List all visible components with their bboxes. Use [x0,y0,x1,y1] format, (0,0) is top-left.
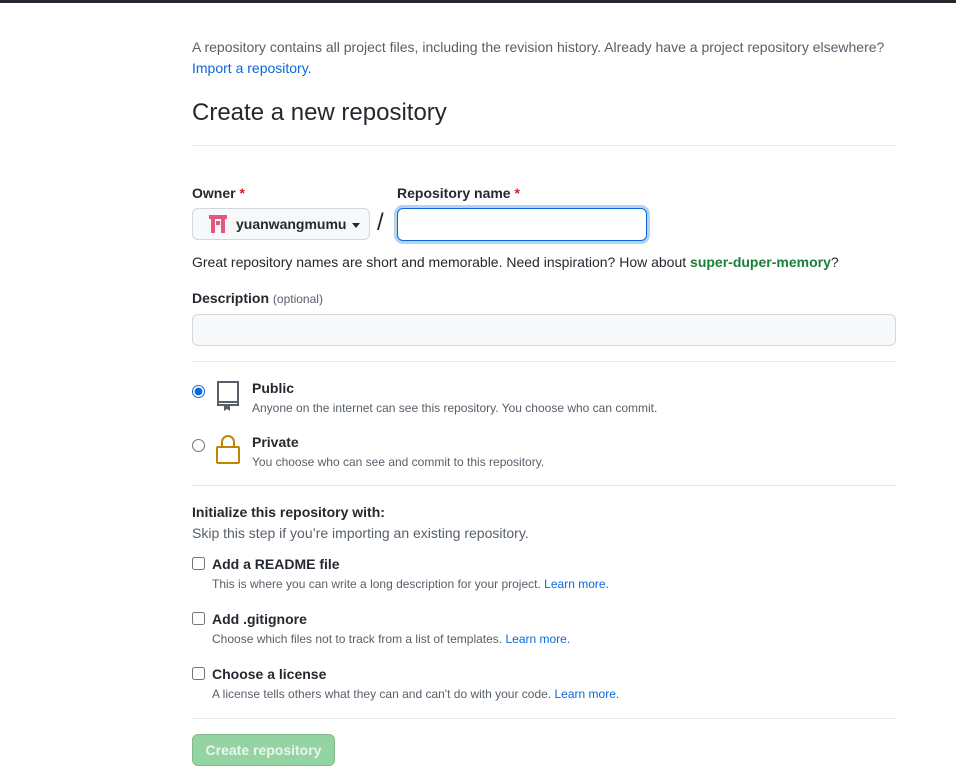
name-hint-text: Great repository names are short and mem… [192,254,687,270]
private-option-note: You choose who can see and commit to thi… [252,455,545,469]
readme-learn-more-link[interactable]: Learn more. [544,577,609,591]
divider [192,485,896,486]
gitignore-label[interactable]: Add .gitignore [212,611,307,627]
initialize-title: Initialize this repository with: [192,504,385,520]
owner-label: Owner * [192,185,245,201]
repo-name-label: Repository name * [397,185,520,201]
private-option-title[interactable]: Private [252,434,299,450]
readme-note: This is where you can write a long descr… [212,577,609,591]
owner-label-text: Owner [192,185,236,201]
license-note-text: A license tells others what they can and… [212,687,552,701]
create-repository-button[interactable]: Create repository [192,734,335,766]
public-option-title[interactable]: Public [252,380,294,396]
suggested-name-link[interactable]: super-duper-memory [690,254,831,270]
path-separator: / [377,209,384,236]
import-repository-link[interactable]: Import a repository. [192,60,312,76]
readme-label[interactable]: Add a README file [212,556,340,572]
name-hint-suffix: ? [830,254,839,270]
readme-checkbox[interactable] [192,557,205,570]
optional-tag: (optional) [272,292,323,306]
owner-dropdown[interactable]: yuanwangmumu [192,208,370,240]
gitignore-checkbox[interactable] [192,612,205,625]
owner-name: yuanwangmumu [236,216,347,232]
page-title: Create a new repository [192,99,447,126]
lock-icon [216,435,240,464]
name-hint: Great repository names are short and mem… [192,254,839,270]
license-checkbox[interactable] [192,667,205,680]
repo-name-input[interactable] [397,208,647,241]
description-label-text: Description [192,290,270,306]
intro-sentence: A repository contains all project files,… [192,39,885,55]
license-learn-more-link[interactable]: Learn more. [555,687,620,701]
gitignore-note: Choose which files not to track from a l… [212,632,570,646]
private-radio[interactable] [192,439,205,452]
repo-book-icon [217,381,239,411]
initialize-subtitle: Skip this step if you’re importing an ex… [192,525,529,541]
intro-text: A repository contains all project files,… [192,37,896,79]
gitignore-note-text: Choose which files not to track from a l… [212,632,503,646]
divider [192,718,896,719]
required-mark: * [239,185,245,201]
identicon-avatar-icon [209,215,227,233]
license-label[interactable]: Choose a license [212,666,326,682]
divider [192,361,896,362]
divider [192,145,896,146]
required-mark: * [514,185,520,201]
gitignore-learn-more-link[interactable]: Learn more. [505,632,570,646]
description-label: Description (optional) [192,290,323,306]
license-note: A license tells others what they can and… [212,687,619,701]
repo-name-label-text: Repository name [397,185,511,201]
public-option-note: Anyone on the internet can see this repo… [252,401,658,415]
description-input[interactable] [192,314,896,346]
caret-down-icon [352,222,361,228]
readme-note-text: This is where you can write a long descr… [212,577,541,591]
top-bar [0,0,956,3]
public-radio[interactable] [192,385,205,398]
